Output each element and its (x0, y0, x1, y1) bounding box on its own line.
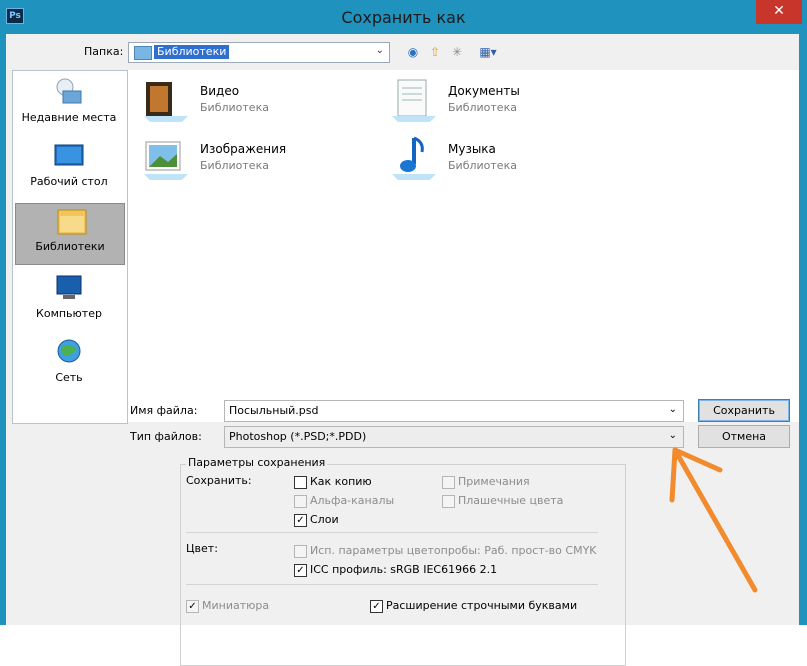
annotation-arrow-icon (669, 447, 758, 593)
save-as-dialog: Ps Сохранить как ✕ Папка: Библиотеки ⌄ ◉… (0, 0, 807, 666)
